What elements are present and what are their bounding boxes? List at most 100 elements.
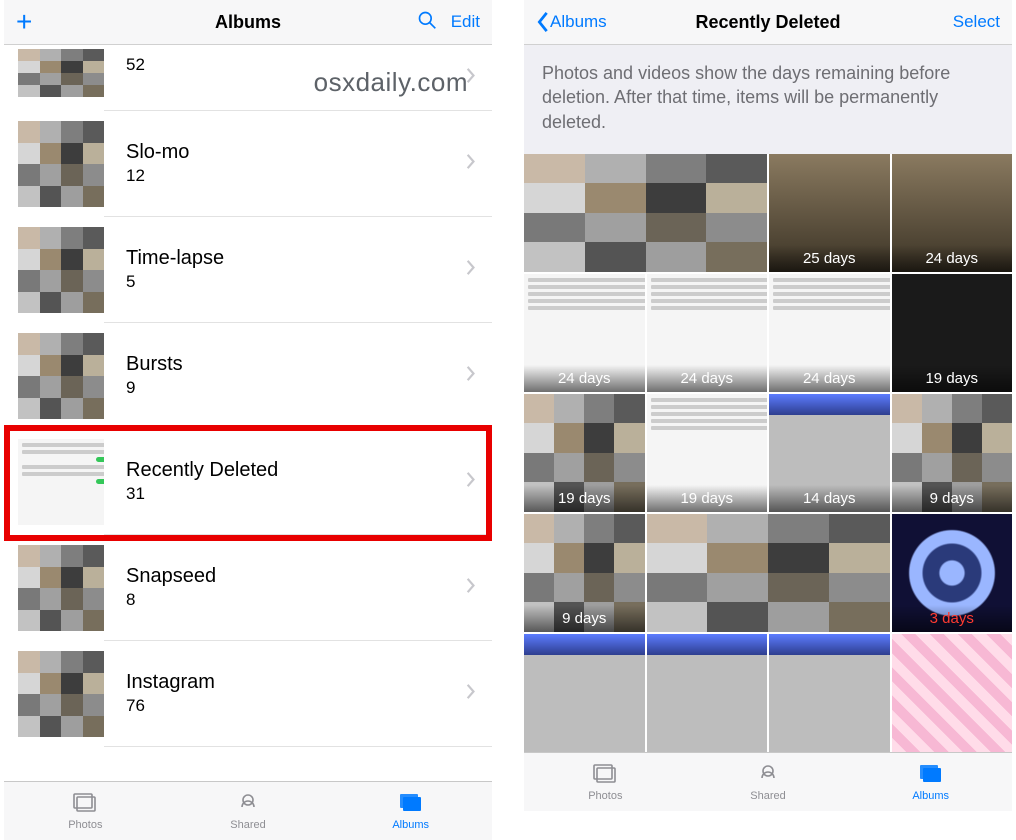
album-row[interactable]: Time-lapse5 (4, 217, 492, 323)
photo-cell[interactable]: 9 days (524, 514, 645, 632)
photo-cell[interactable] (524, 634, 645, 752)
photos-icon (591, 762, 619, 789)
album-thumbnail (18, 121, 104, 207)
tab-label: Shared (750, 790, 785, 802)
tab-label: Photos (588, 790, 622, 802)
tab-shared[interactable]: Shared (687, 753, 850, 811)
recently-deleted-screen: Albums Recently Deleted Select Photos an… (524, 0, 1012, 840)
days-remaining-label: 9 days (524, 605, 645, 632)
albums-title: Albums (96, 12, 400, 33)
tab-photos[interactable]: Photos (4, 782, 167, 840)
photo-cell[interactable]: 24 days (892, 154, 1013, 272)
album-thumbnail (18, 439, 104, 525)
select-button[interactable]: Select (953, 12, 1000, 32)
album-row[interactable]: Snapseed8 (4, 535, 492, 641)
photo-cell[interactable] (769, 634, 890, 752)
photo-cell[interactable] (892, 634, 1013, 752)
chevron-right-icon (466, 67, 476, 90)
album-info: Snapseed8 (104, 535, 492, 641)
photo-cell[interactable] (647, 634, 768, 752)
album-count: 52 (126, 55, 482, 75)
tab-label: Albums (392, 819, 429, 831)
albums-icon (917, 762, 945, 789)
chevron-right-icon (466, 365, 476, 388)
deleted-navbar: Albums Recently Deleted Select (524, 0, 1012, 45)
tab-label: Shared (230, 819, 265, 831)
tab-bar-right: Photos Shared Albums (524, 752, 1012, 811)
photo-cell[interactable]: 3 days (892, 514, 1013, 632)
album-info: Instagram76 (104, 641, 492, 747)
album-info: 52 (104, 49, 492, 111)
edit-button[interactable]: Edit (451, 12, 480, 32)
photo-cell[interactable]: 24 days (524, 274, 645, 392)
deleted-title: Recently Deleted (616, 12, 920, 33)
days-remaining-label: 24 days (769, 365, 890, 392)
tab-albums[interactable]: Albums (849, 753, 1012, 811)
photo-cell[interactable]: 9 days (892, 394, 1013, 512)
album-info: Slo-mo12 (104, 111, 492, 217)
album-thumbnail (18, 333, 104, 419)
chevron-right-icon (466, 259, 476, 282)
deleted-grid[interactable]: 25 days24 days24 days24 days24 days19 da… (524, 154, 1012, 752)
days-remaining-label: 3 days (892, 605, 1013, 632)
info-banner: Photos and videos show the days remainin… (524, 45, 1012, 154)
album-name: Instagram (126, 671, 482, 694)
album-count: 76 (126, 696, 482, 716)
chevron-right-icon (466, 153, 476, 176)
days-remaining-label: 19 days (892, 365, 1013, 392)
photo-cell[interactable]: 14 days (769, 394, 890, 512)
days-remaining-label: 24 days (892, 245, 1013, 272)
days-remaining-label: 25 days (769, 245, 890, 272)
days-remaining-label: 19 days (647, 485, 768, 512)
album-name: Snapseed (126, 565, 482, 588)
add-album-button[interactable]: + (16, 8, 32, 36)
tab-photos[interactable]: Photos (524, 753, 687, 811)
album-row[interactable]: Recently Deleted31 (4, 429, 492, 535)
photo-cell[interactable] (647, 514, 890, 632)
albums-icon (397, 791, 425, 818)
album-name: Bursts (126, 353, 482, 376)
tab-shared[interactable]: Shared (167, 782, 330, 840)
chevron-right-icon (466, 683, 476, 706)
chevron-right-icon (466, 577, 476, 600)
tab-bar-left: Photos Shared Albums (4, 781, 492, 840)
album-name: Time-lapse (126, 247, 482, 270)
albums-navbar: + Albums Edit (4, 0, 492, 45)
photo-cell[interactable]: 24 days (769, 274, 890, 392)
album-info: Bursts9 (104, 323, 492, 429)
album-row[interactable]: 52 (4, 45, 492, 111)
chevron-right-icon (466, 471, 476, 494)
album-thumbnail (18, 227, 104, 313)
back-button[interactable]: Albums (536, 11, 607, 33)
album-row[interactable]: Bursts9 (4, 323, 492, 429)
photo-cell[interactable]: 24 days (647, 274, 768, 392)
photo-cell[interactable]: 25 days (769, 154, 890, 272)
album-name: Recently Deleted (126, 459, 482, 482)
album-list[interactable]: osxdaily.com 52Slo-mo12Time-lapse5Bursts… (4, 45, 492, 781)
photo-cell[interactable]: 19 days (892, 274, 1013, 392)
album-info: Recently Deleted31 (104, 429, 492, 535)
album-info: Time-lapse5 (104, 217, 492, 323)
album-row[interactable]: Slo-mo12 (4, 111, 492, 217)
photos-icon (71, 791, 99, 818)
album-row[interactable]: Instagram76 (4, 641, 492, 747)
album-count: 12 (126, 166, 482, 186)
album-thumbnail (18, 651, 104, 737)
photo-cell[interactable]: 19 days (647, 394, 768, 512)
photo-cell[interactable]: 19 days (524, 394, 645, 512)
days-remaining-label: 9 days (892, 485, 1013, 512)
tab-label: Albums (912, 790, 949, 802)
days-remaining-label: 14 days (769, 485, 890, 512)
photo-cell[interactable] (524, 154, 767, 272)
search-icon[interactable] (417, 10, 437, 35)
tab-albums[interactable]: Albums (329, 782, 492, 840)
album-count: 5 (126, 272, 482, 292)
shared-icon (234, 791, 262, 818)
back-label: Albums (550, 12, 607, 32)
shared-icon (754, 762, 782, 789)
album-count: 8 (126, 590, 482, 610)
album-name: Slo-mo (126, 141, 482, 164)
tab-label: Photos (68, 819, 102, 831)
days-remaining-label: 19 days (524, 485, 645, 512)
album-count: 9 (126, 378, 482, 398)
